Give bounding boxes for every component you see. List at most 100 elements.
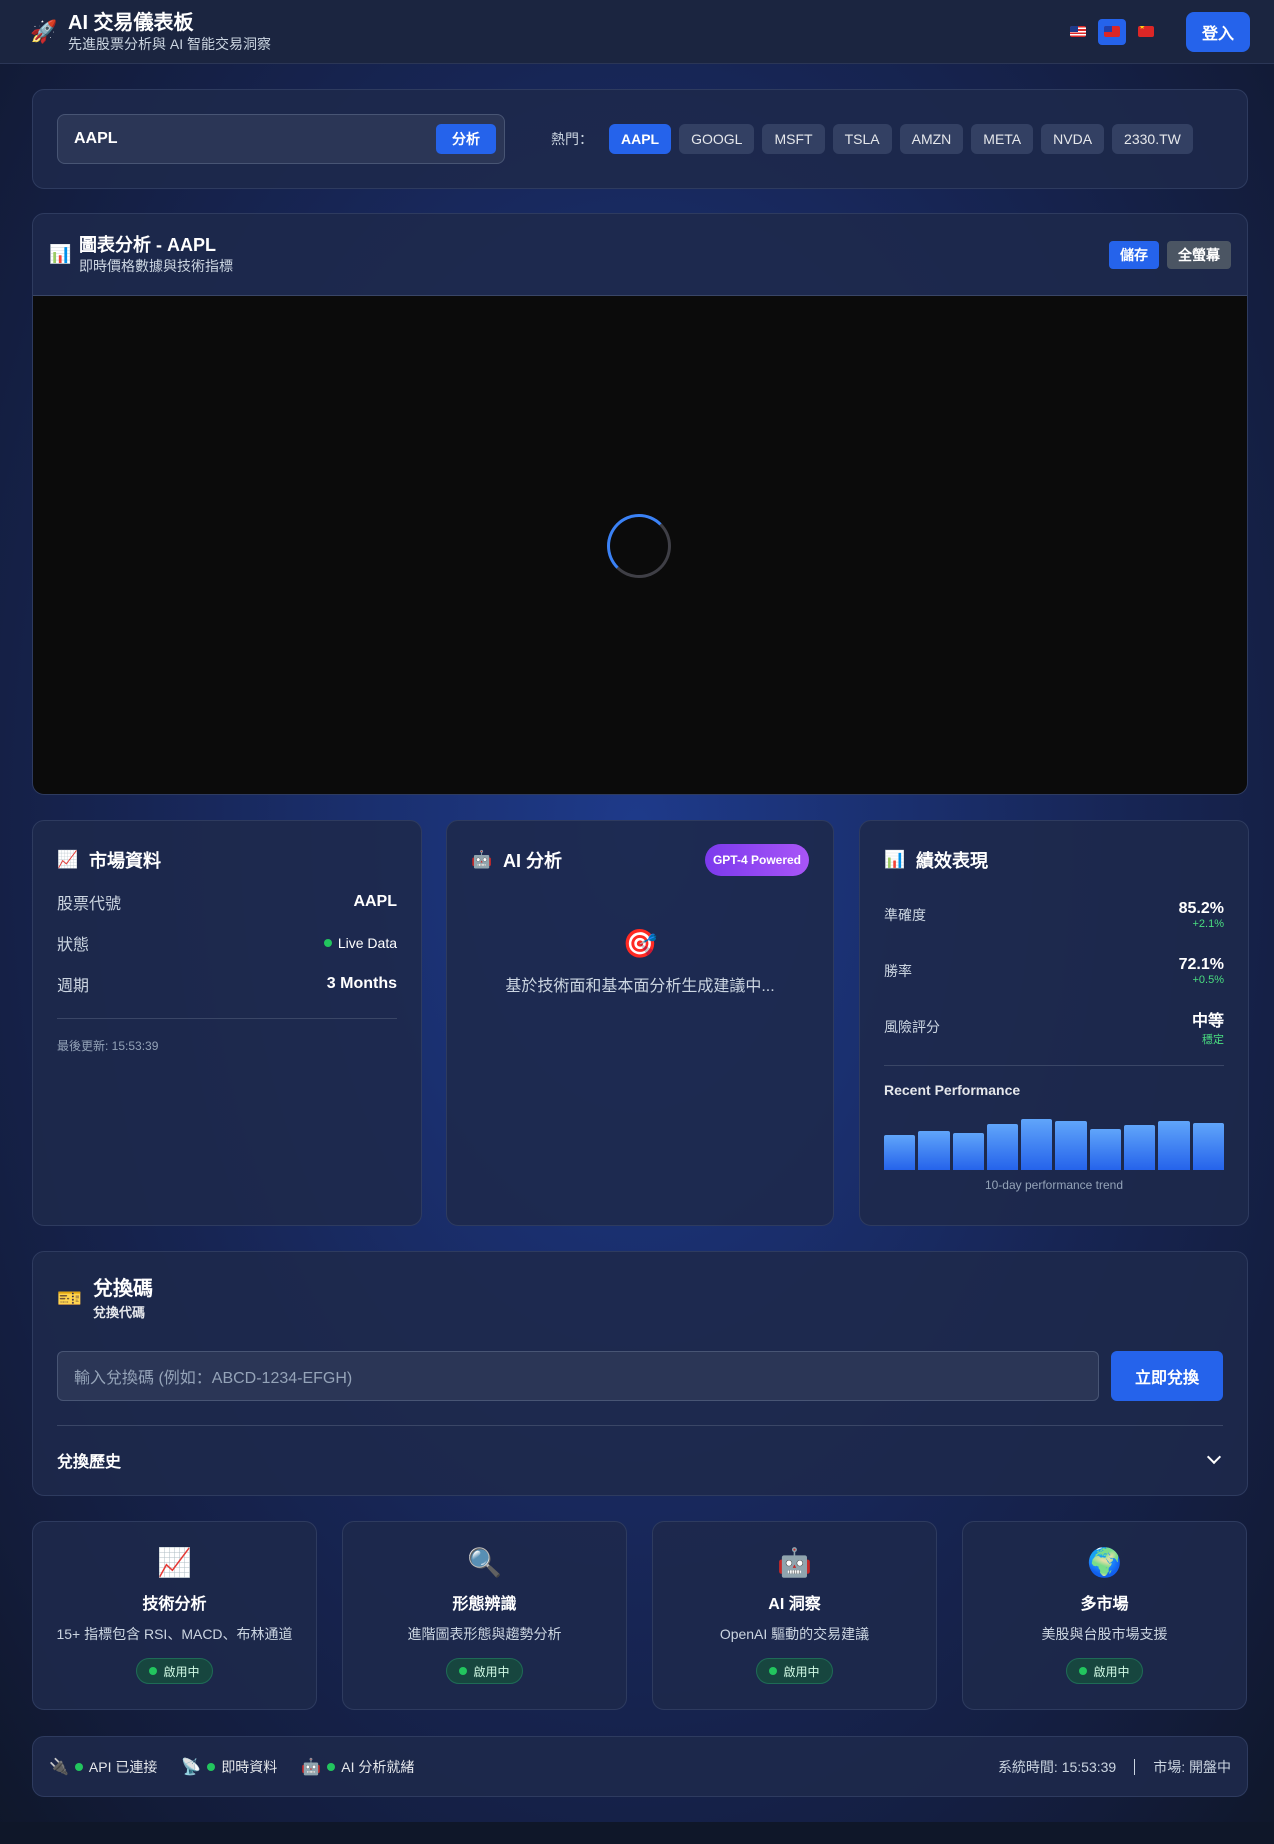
status-dot-icon <box>207 1762 216 1771</box>
status-text: 啟用中 <box>783 1664 820 1679</box>
search-value[interactable]: AAPL <box>74 130 436 148</box>
hot-symbol-chip[interactable]: GOOGL <box>679 124 755 154</box>
status-text: 啟用中 <box>163 1664 200 1679</box>
metric-value: 中等 <box>1191 1013 1224 1030</box>
hot-symbol-chip[interactable]: MSFT <box>762 124 825 154</box>
chevron-down-icon <box>1206 1449 1222 1465</box>
status-dot-icon <box>1079 1667 1088 1675</box>
market-row: 股票代號 AAPL <box>57 881 397 922</box>
status-badge: 啟用中 <box>1066 1658 1143 1684</box>
metric-label: 勝率 <box>884 963 912 979</box>
analyze-button[interactable]: 分析 <box>436 124 496 154</box>
robot-icon: 🤖 <box>301 1758 322 1776</box>
redeem-history-toggle[interactable]: 兌換歷史 <box>57 1425 1223 1472</box>
login-button[interactable]: 登入 <box>1186 11 1250 52</box>
performance-bar <box>1021 1119 1053 1170</box>
chart-canvas[interactable] <box>33 296 1247 794</box>
status-badge: 啟用中 <box>446 1658 523 1684</box>
row-value: AAPL <box>353 892 397 910</box>
market-status: 市場: 開盤中 <box>1153 1758 1231 1775</box>
feature-desc: OpenAI 驅動的交易建議 <box>719 1626 870 1642</box>
status-badge: 啟用中 <box>756 1658 833 1684</box>
symbol-search-input[interactable]: AAPL 分析 <box>57 114 505 164</box>
feature-title: 形態辨識 <box>452 1596 517 1613</box>
row-label: 股票代號 <box>57 895 122 913</box>
row-value: 3 Months <box>326 974 397 992</box>
hot-symbol-chip[interactable]: 2330.TW <box>1112 124 1193 154</box>
last-updated: 最後更新: 15:53:39 <box>57 1039 159 1053</box>
performance-bar <box>986 1123 1019 1170</box>
status-dot-icon <box>149 1667 158 1675</box>
hot-symbol-chip[interactable]: TSLA <box>832 124 892 154</box>
chart-up-icon: 📈 <box>157 1547 192 1578</box>
live-status-text: Live Data <box>337 934 397 951</box>
redeem-subtitle: 兌換代碼 <box>93 1305 146 1320</box>
status-dot-icon <box>327 1762 336 1771</box>
loading-spinner-icon <box>607 514 671 578</box>
fullscreen-button[interactable]: 全螢幕 <box>1167 240 1231 269</box>
history-label: 兌換歷史 <box>57 1454 122 1471</box>
status-dot-icon <box>769 1667 778 1675</box>
performance-card: 📊 績效表現 準確度 85.2% +2.1% 勝率 72.1% +0.5% 風險評分 中等穩… <box>859 820 1249 1226</box>
magnifier-icon: 🔍 <box>467 1547 502 1578</box>
language-en-button[interactable] <box>1064 19 1092 45</box>
market-title: 市場資料 <box>89 851 161 871</box>
robot-icon: 🤖 <box>777 1547 812 1578</box>
hot-symbols: AAPL GOOGL MSFT TSLA AMZN META NVDA 2330… <box>609 124 1193 154</box>
feature-card: 🤖 AI 洞察 OpenAI 驅動的交易建議 啟用中 <box>652 1521 937 1710</box>
metric-label: 準確度 <box>884 907 926 923</box>
status-bar: 🔌 API 已連接 📡 即時資料 🤖 AI 分析就緒 系統時間: 15:53:39 市… <box>32 1736 1248 1797</box>
metric-row: 勝率 72.1% +0.5% <box>884 943 1224 999</box>
chart-header: 📊 圖表分析 - AAPL 即時價格數據與技術指標 儲存 全螢幕 <box>33 214 1247 296</box>
row-label: 狀態 <box>57 936 90 954</box>
language-zh-cn-button[interactable] <box>1132 19 1160 45</box>
status-text: 啟用中 <box>473 1664 510 1679</box>
hot-symbol-chip[interactable]: AAPL <box>609 124 672 154</box>
market-row: 週期 3 Months <box>57 963 397 1004</box>
feature-title: 技術分析 <box>142 1596 207 1613</box>
hot-symbol-chip[interactable]: NVDA <box>1041 124 1105 154</box>
hot-symbol-chip[interactable]: AMZN <box>899 124 964 154</box>
rocket-icon: 🚀 <box>30 18 58 44</box>
recent-performance-bars <box>884 1110 1224 1170</box>
language-zh-tw-button[interactable] <box>1098 18 1126 45</box>
chart-up-icon: 📈 <box>57 850 79 869</box>
feature-desc: 美股與台股市場支援 <box>1041 1626 1168 1642</box>
ai-title: AI 分析 <box>503 851 563 871</box>
market-row: 狀態 Live Data <box>57 922 397 963</box>
status-label: API 已連接 <box>88 1758 158 1775</box>
redeem-code-input[interactable]: 輸入兌換碼 (例如：ABCD-1234-EFGH) <box>57 1351 1099 1401</box>
chart-subtitle: 即時價格數據與技術指標 <box>79 257 233 274</box>
hot-symbol-chip[interactable]: META <box>971 124 1034 154</box>
performance-bar <box>1089 1128 1122 1170</box>
redeem-button[interactable]: 立即兌換 <box>1111 1351 1223 1401</box>
status-dot-icon <box>323 938 332 947</box>
save-chart-button[interactable]: 儲存 <box>1109 240 1159 269</box>
status-dot-icon <box>459 1667 468 1675</box>
metric-delta: +2.1% <box>1192 918 1225 930</box>
metric-label: 風險評分 <box>884 1019 940 1035</box>
performance-bar <box>952 1133 984 1170</box>
metric-value: 85.2% <box>1178 900 1224 917</box>
hot-label: 熱門： <box>551 131 593 147</box>
bar-chart-icon: 📊 <box>49 244 72 264</box>
status-label: AI 分析就緒 <box>341 1758 415 1775</box>
feature-card: 📈 技術分析 15+ 指標包含 RSI、MACD、布林通道 啟用中 <box>32 1521 317 1710</box>
live-status: Live Data <box>323 934 397 951</box>
recent-performance-label: Recent Performance <box>884 1082 1021 1098</box>
system-time: 系統時間: 15:53:39 <box>997 1758 1117 1775</box>
robot-icon: 🤖 <box>471 850 493 869</box>
performance-title: 績效表現 <box>916 851 988 871</box>
status-dot-icon <box>74 1762 83 1771</box>
ai-status-message: 基於技術面和基本面分析生成建議中... <box>505 978 775 995</box>
status-api: 🔌 API 已連接 <box>49 1757 157 1777</box>
gpt-badge: GPT-4 Powered <box>704 844 809 876</box>
feature-desc: 15+ 指標包含 RSI、MACD、布林通道 <box>56 1626 293 1642</box>
bar-chart-icon: 📊 <box>884 850 906 869</box>
performance-bar <box>1055 1121 1087 1170</box>
status-realtime: 📡 即時資料 <box>181 1757 277 1777</box>
status-badge: 啟用中 <box>136 1658 213 1684</box>
redeem-card: 🎫 兌換碼 兌換代碼 輸入兌換碼 (例如：ABCD-1234-EFGH) 立即兌… <box>32 1251 1248 1496</box>
us-flag-icon <box>1070 26 1086 37</box>
globe-icon: 🌍 <box>1087 1547 1122 1578</box>
